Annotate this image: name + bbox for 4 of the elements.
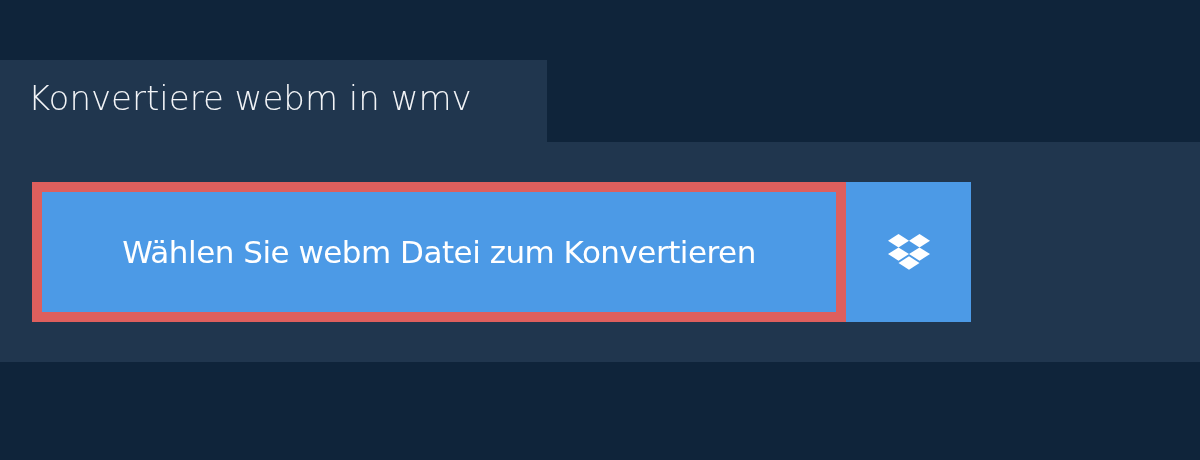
choose-file-button[interactable]: Wählen Sie webm Datei zum Konvertieren (32, 182, 846, 322)
page-title: Konvertiere webm in wmv (0, 60, 547, 142)
dropbox-icon (887, 234, 930, 270)
dropbox-button[interactable] (846, 182, 971, 322)
